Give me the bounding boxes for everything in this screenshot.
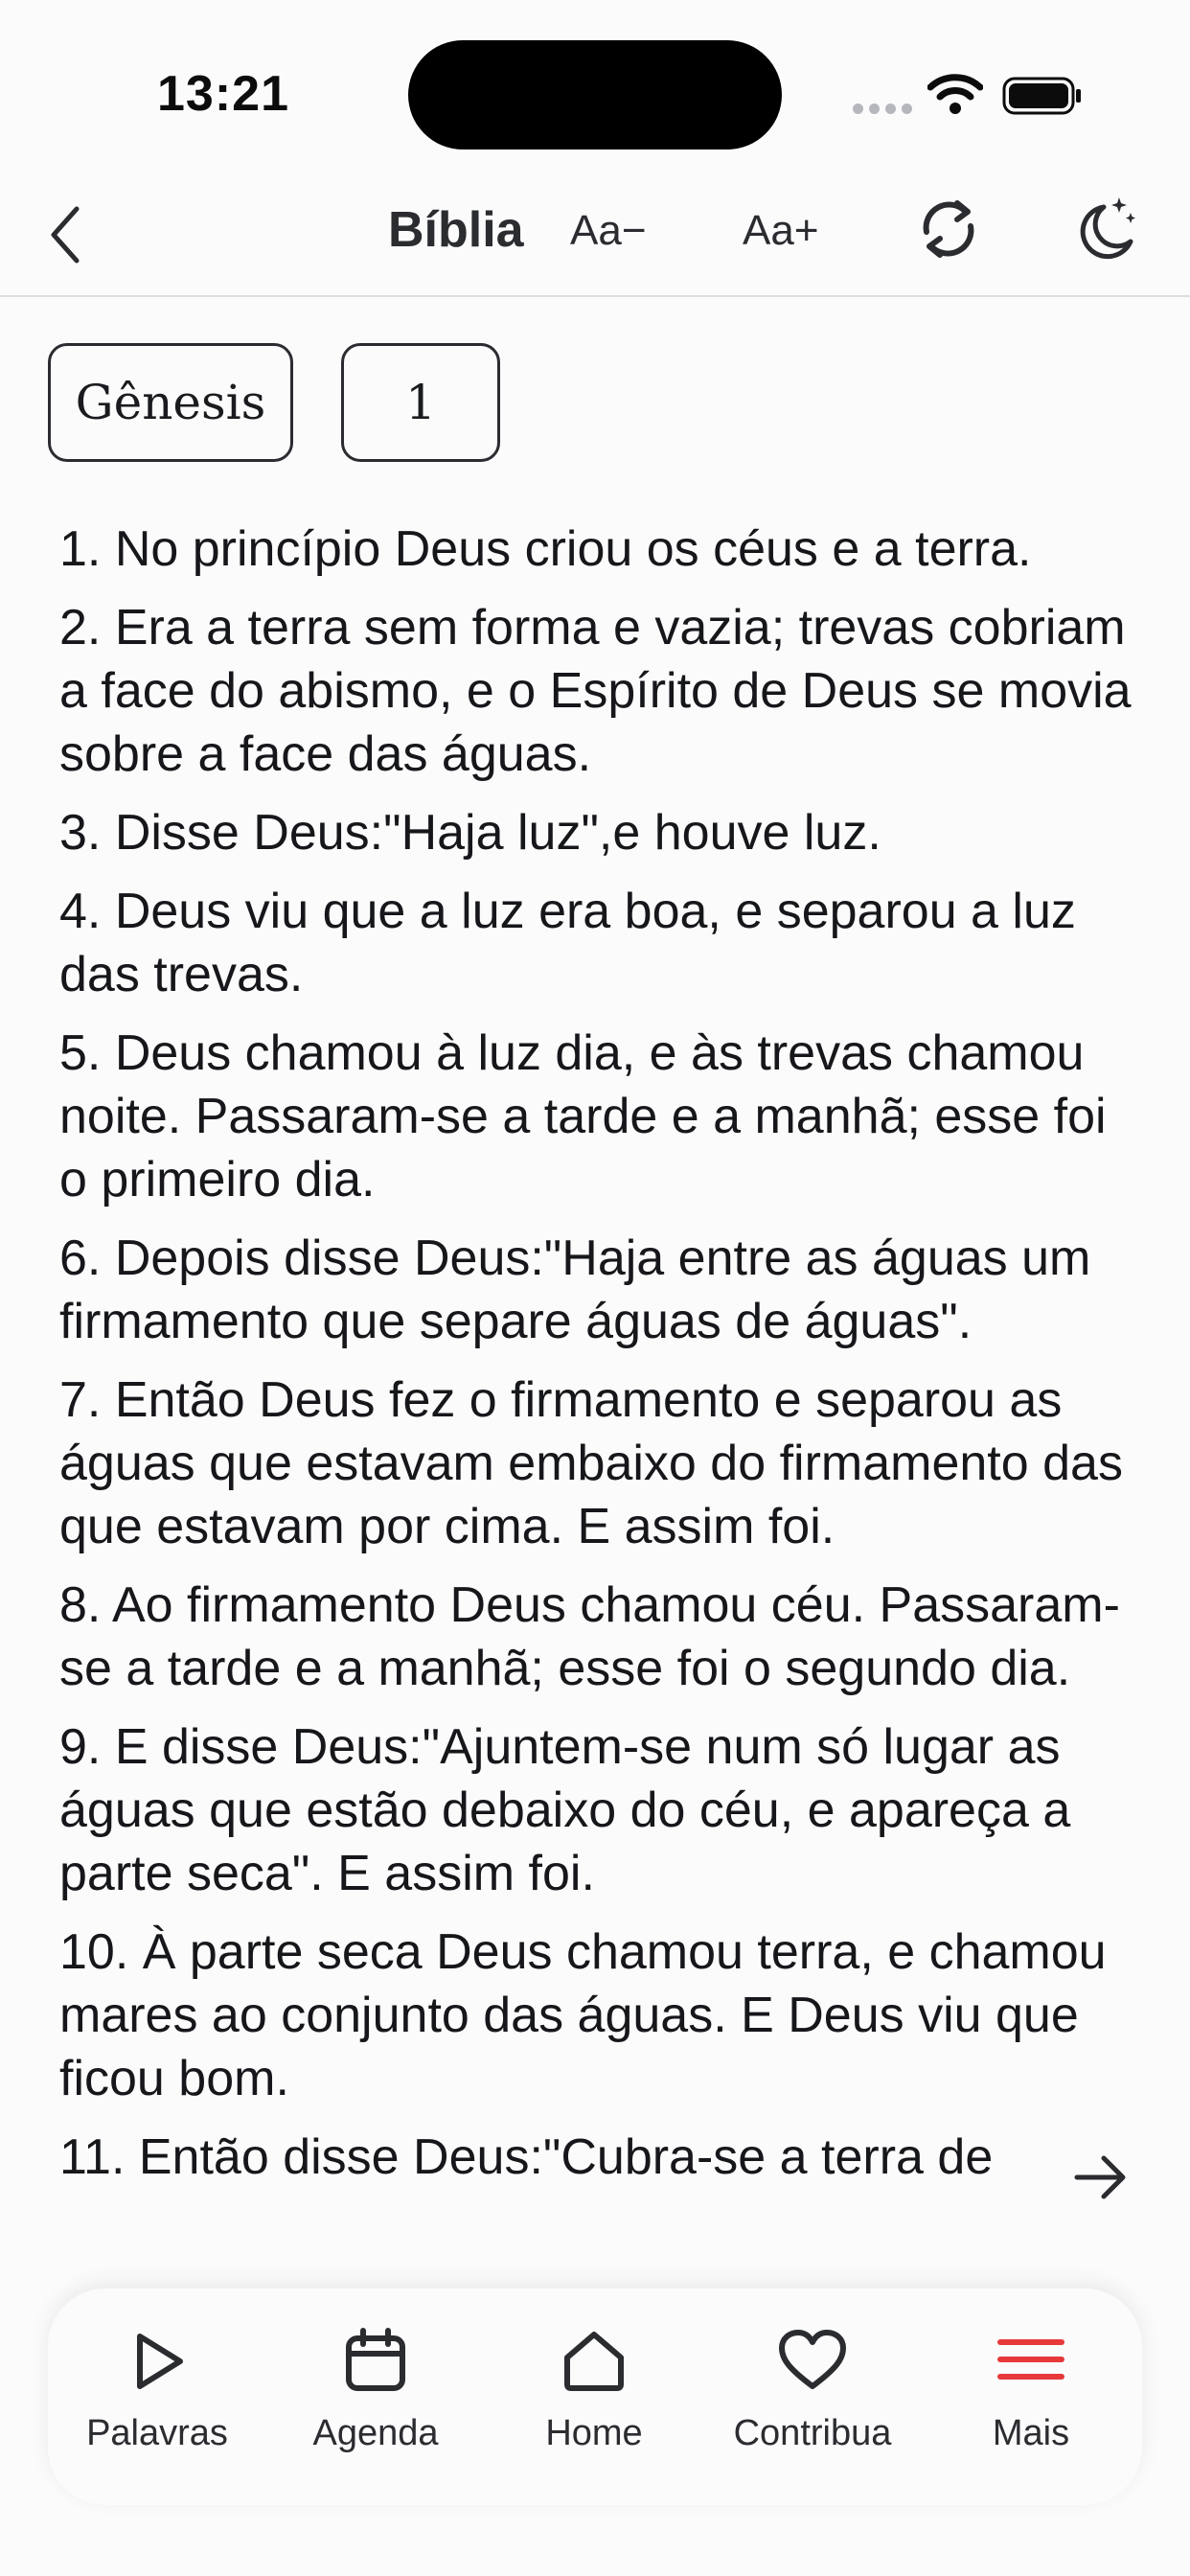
- verse-5: 5. Deus chamou à luz dia, e às trevas ch…: [59, 1025, 1107, 1208]
- verse-7: 7. Então Deus fez o firmamento e separou…: [59, 1372, 1123, 1554]
- tab-mais[interactable]: Mais: [935, 2327, 1127, 2454]
- verse-2: 2. Era a terra sem forma e vazia; trevas…: [59, 600, 1132, 782]
- verse-6: 6. Depois disse Deus:"Haja entre as água…: [59, 1230, 1091, 1349]
- tab-label: Mais: [992, 2413, 1070, 2453]
- bottom-tab-bar: Palavras Agenda Home Contribua Mais: [48, 2288, 1142, 2505]
- verse-3: 3. Disse Deus:"Haja luz",e houve luz.: [59, 805, 881, 861]
- chapter-selector[interactable]: 1: [341, 343, 500, 462]
- top-navigation-bar: Bíblia Aa− Aa+: [0, 172, 1190, 297]
- tab-label: Contribua: [733, 2413, 892, 2453]
- page-title: Bíblia: [388, 202, 524, 258]
- verse-8: 8. Ao firmamento Deus chamou céu. Passar…: [59, 1577, 1120, 1696]
- book-selector[interactable]: Gênesis: [48, 343, 293, 462]
- calendar-icon: [346, 2328, 405, 2391]
- play-icon: [137, 2334, 183, 2389]
- verse-10: 10. À parte seca Deus chamou terra, e ch…: [59, 1924, 1107, 2106]
- tab-label: Agenda: [312, 2413, 439, 2453]
- status-time: 13:21: [157, 66, 289, 122]
- tab-contribua[interactable]: Contribua: [717, 2327, 908, 2454]
- verse-1: 1. No princípio Deus criou os céus e a t…: [59, 521, 1032, 577]
- back-chevron-icon[interactable]: [44, 201, 92, 268]
- tab-palavras[interactable]: Palavras: [61, 2327, 253, 2454]
- menu-icon: [997, 2339, 1064, 2380]
- cellular-signal-icon: [853, 104, 912, 114]
- dynamic-island: [408, 40, 782, 150]
- refresh-icon[interactable]: [915, 196, 982, 263]
- tab-home[interactable]: Home: [498, 2327, 690, 2454]
- verse-11: 11. Então disse Deus:"Cubra-se a terra d…: [59, 2129, 994, 2185]
- dark-mode-moon-icon[interactable]: [1075, 194, 1138, 261]
- verse-list: 1. No princípio Deus criou os céus e a t…: [59, 518, 1142, 2267]
- verse-4: 4. Deus viu que a luz era boa, e separou…: [59, 884, 1076, 1002]
- decrease-font-button[interactable]: Aa−: [570, 207, 647, 255]
- tab-label: Palavras: [86, 2413, 228, 2453]
- verse-9: 9. E disse Deus:"Ajuntem-se num só lugar…: [59, 1719, 1071, 1901]
- battery-icon: [1002, 77, 1081, 115]
- tab-agenda[interactable]: Agenda: [280, 2327, 471, 2454]
- home-icon: [564, 2332, 624, 2391]
- increase-font-button[interactable]: Aa+: [743, 207, 819, 255]
- tab-label: Home: [545, 2413, 643, 2453]
- wifi-icon: [927, 74, 983, 114]
- next-chapter-arrow-icon[interactable]: [1071, 2152, 1131, 2202]
- heart-icon: [779, 2330, 846, 2389]
